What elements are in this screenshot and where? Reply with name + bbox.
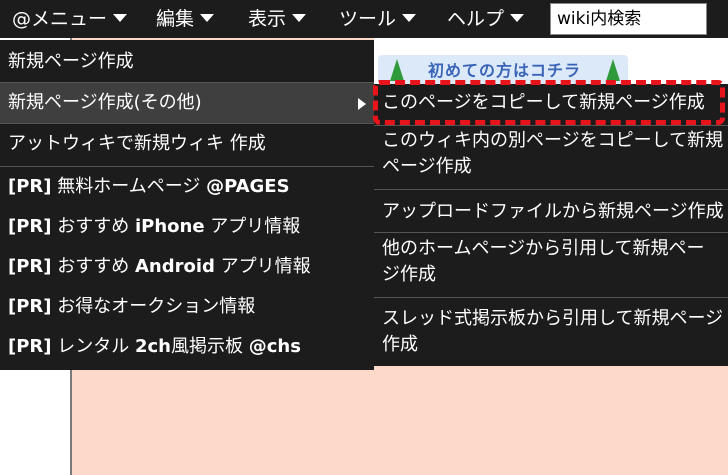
submenu-item-copy-other-page[interactable]: このウィキ内の別ページをコピーして新規 ページ作成 bbox=[374, 128, 728, 180]
submenu-item-from-upload[interactable]: アップロードファイルから新規ページ作成 bbox=[374, 199, 728, 225]
menu-tools-label: ツール bbox=[339, 8, 397, 30]
pr-label: [PR] bbox=[8, 256, 52, 277]
menu-item-pr-chs[interactable]: [PR] レンタル 2ch風掲示板 @chs bbox=[0, 327, 374, 367]
submenu-item-label: アップロードファイルから新規ページ作成 bbox=[382, 201, 724, 222]
top-menubar: @メニュー 編集 表示 ツール ヘルプ wiki内検索 bbox=[0, 0, 728, 38]
menu-item-suffix: 風掲示板 bbox=[170, 336, 249, 357]
pr-label: [PR] bbox=[8, 216, 52, 237]
menu-item-new-page[interactable]: 新規ページ作成 bbox=[0, 42, 374, 82]
menu-item-label: おすすめ bbox=[51, 256, 135, 277]
menu-help[interactable]: ヘルプ bbox=[447, 0, 525, 38]
beginner-mark-icon bbox=[606, 59, 620, 81]
submenu-item-from-thread-board[interactable]: スレッド式掲示板から引用して新規ページ 作成 bbox=[374, 306, 728, 358]
pr-label: [PR] bbox=[8, 176, 52, 197]
menu-item-label: 無料ホームページ bbox=[51, 176, 207, 197]
menu-item-new-wiki[interactable]: アットウィキで新規ウィキ 作成 bbox=[0, 124, 374, 164]
menu-item-label: お得なオークション情報 bbox=[51, 296, 256, 317]
menu-item-suffix: アプリ情報 bbox=[214, 256, 311, 277]
chevron-down-icon bbox=[292, 13, 307, 22]
divider bbox=[374, 189, 728, 190]
menu-main[interactable]: @メニュー bbox=[12, 0, 128, 38]
menu-item-suffix: @PAGES bbox=[206, 176, 290, 197]
submenu-item-label: スレッド式掲示板から引用して新規ページ bbox=[382, 308, 724, 329]
menu-item-bold: iPhone bbox=[134, 216, 205, 237]
wiki-search-input[interactable]: wiki内検索 bbox=[550, 3, 707, 35]
menu-item-label: アットウィキで新規ウィキ 作成 bbox=[8, 133, 266, 154]
menu-item-bold: Android bbox=[134, 256, 215, 277]
chevron-down-icon bbox=[510, 13, 525, 22]
divider bbox=[374, 232, 728, 233]
submenu-new-page-other: このページをコピーして新規ページ作成 このウィキ内の別ページをコピーして新規 ペ… bbox=[374, 84, 728, 366]
menu-item-label: 新規ページ作成 bbox=[8, 51, 134, 72]
pr-label: [PR] bbox=[8, 336, 52, 357]
menu-main-label: @メニュー bbox=[12, 8, 108, 30]
menu-help-label: ヘルプ bbox=[447, 8, 505, 30]
pr-label: [PR] bbox=[8, 296, 52, 317]
submenu-item-label: ジ作成 bbox=[382, 264, 436, 285]
submenu-item-label: 他のホームページから引用して新規ペー bbox=[382, 238, 705, 259]
menu-item-suffix-bold: @chs bbox=[248, 336, 301, 357]
beginner-banner-text: 初めての方はコチラ bbox=[428, 61, 582, 80]
menu-item-pr-pages[interactable]: [PR] 無料ホームページ @PAGES bbox=[0, 167, 374, 207]
menu-item-label: おすすめ bbox=[51, 216, 135, 237]
menu-edit-label: 編集 bbox=[156, 8, 195, 30]
divider bbox=[374, 125, 728, 126]
menu-view-label: 表示 bbox=[248, 8, 287, 30]
menu-view[interactable]: 表示 bbox=[248, 0, 307, 38]
menu-item-label: 新規ページ作成(その他) bbox=[8, 92, 202, 113]
chevron-down-icon bbox=[113, 13, 128, 22]
menu-item-bold: 2ch bbox=[134, 336, 171, 357]
main-dropdown-menu: 新規ページ作成 新規ページ作成(その他) アットウィキで新規ウィキ 作成 [PR… bbox=[0, 40, 374, 370]
menu-item-pr-android[interactable]: [PR] おすすめ Android アプリ情報 bbox=[0, 247, 374, 287]
menu-item-pr-auction[interactable]: [PR] お得なオークション情報 bbox=[0, 287, 374, 327]
chevron-down-icon bbox=[402, 13, 417, 22]
menu-edit[interactable]: 編集 bbox=[156, 0, 215, 38]
chevron-down-icon bbox=[200, 13, 215, 22]
menu-tools[interactable]: ツール bbox=[339, 0, 417, 38]
highlight-box bbox=[373, 80, 725, 125]
menu-item-label: レンタル bbox=[51, 336, 135, 357]
menu-item-new-page-other[interactable]: 新規ページ作成(その他) bbox=[0, 83, 374, 123]
menu-item-suffix: アプリ情報 bbox=[204, 216, 301, 237]
divider bbox=[374, 297, 728, 298]
submenu-item-label: 作成 bbox=[382, 334, 418, 355]
submenu-item-label: ページ作成 bbox=[382, 156, 472, 177]
submenu-item-label: このウィキ内の別ページをコピーして新規 bbox=[382, 130, 724, 151]
chevron-right-icon bbox=[358, 98, 366, 110]
beginner-mark-icon bbox=[390, 59, 404, 81]
menu-item-pr-iphone[interactable]: [PR] おすすめ iPhone アプリ情報 bbox=[0, 207, 374, 247]
submenu-item-from-homepage[interactable]: 他のホームページから引用して新規ペー ジ作成 bbox=[374, 236, 728, 288]
